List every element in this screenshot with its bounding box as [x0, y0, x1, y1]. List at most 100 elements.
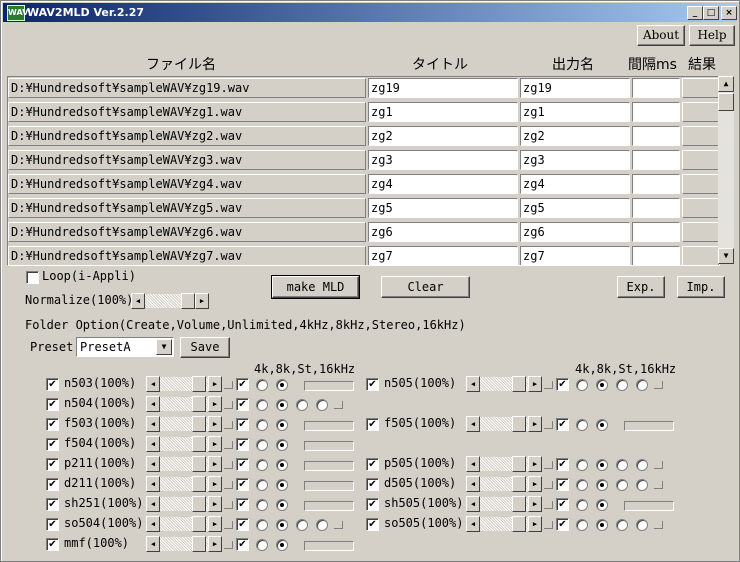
d505-freq-radio[interactable] — [596, 479, 608, 491]
file-path-cell[interactable]: D:¥Hundredsoft¥sampleWAV¥zg1.wav — [8, 102, 366, 122]
interval-field[interactable] — [632, 246, 680, 265]
interval-field[interactable] — [632, 102, 680, 122]
title-field[interactable]: zg4 — [368, 174, 518, 194]
d211-freq-radio[interactable] — [276, 479, 288, 491]
so504-freq-radio[interactable] — [256, 519, 268, 531]
so504-freq-radio[interactable] — [296, 519, 308, 531]
slider-left-icon[interactable]: ◀ — [146, 536, 160, 552]
slider-left-icon[interactable]: ◀ — [466, 416, 480, 432]
slider-left-icon[interactable]: ◀ — [466, 456, 480, 472]
slider-thumb[interactable] — [192, 416, 206, 432]
d211-enable-checkbox[interactable]: ✔ — [46, 478, 59, 491]
so504-freq-radio[interactable] — [276, 519, 288, 531]
maximize-button[interactable]: □ — [703, 6, 719, 20]
sh505-freq-radio[interactable] — [596, 499, 608, 511]
slider-left-icon[interactable]: ◀ — [146, 516, 160, 532]
f503-freq-radio[interactable] — [276, 419, 288, 431]
slider-left-icon[interactable]: ◀ — [466, 496, 480, 512]
p505-enable-checkbox[interactable]: ✔ — [366, 458, 379, 471]
slider-right-icon[interactable]: ▶ — [528, 416, 542, 432]
n503-freq-checkbox[interactable]: ✔ — [236, 378, 249, 391]
file-path-cell[interactable]: D:¥Hundredsoft¥sampleWAV¥zg7.wav — [8, 246, 366, 265]
f505-enable-checkbox[interactable]: ✔ — [366, 418, 379, 431]
close-button[interactable]: × — [721, 6, 737, 20]
output-field[interactable]: zg1 — [520, 102, 630, 122]
f503-freq-radio[interactable] — [256, 419, 268, 431]
p211-freq-radio[interactable] — [276, 459, 288, 471]
n503-freq-radio[interactable] — [276, 379, 288, 391]
slider-right-icon[interactable]: ▶ — [208, 416, 222, 432]
output-field[interactable]: zg2 — [520, 126, 630, 146]
f503-freq-checkbox[interactable]: ✔ — [236, 418, 249, 431]
scroll-down-icon[interactable]: ▼ — [718, 248, 734, 264]
interval-field[interactable] — [632, 150, 680, 170]
slider-left-icon[interactable]: ◀ — [466, 516, 480, 532]
n504-freq-radio[interactable] — [316, 399, 328, 411]
n505-freq-radio[interactable] — [576, 379, 588, 391]
d505-freq-radio[interactable] — [576, 479, 588, 491]
mmf-freq-radio[interactable] — [256, 539, 268, 551]
title-field[interactable]: zg7 — [368, 246, 518, 265]
p505-freq-checkbox[interactable]: ✔ — [556, 458, 569, 471]
p211-enable-checkbox[interactable]: ✔ — [46, 458, 59, 471]
p211-freq-radio[interactable] — [256, 459, 268, 471]
slider-left-icon[interactable]: ◀ — [146, 436, 160, 452]
f505-freq-radio[interactable] — [576, 419, 588, 431]
sh251-freq-checkbox[interactable]: ✔ — [236, 498, 249, 511]
interval-field[interactable] — [632, 174, 680, 194]
so504-freq-radio[interactable] — [316, 519, 328, 531]
n503-enable-checkbox[interactable]: ✔ — [46, 378, 59, 391]
sh505-freq-radio[interactable] — [576, 499, 588, 511]
d505-enable-checkbox[interactable]: ✔ — [366, 478, 379, 491]
interval-field[interactable] — [632, 126, 680, 146]
file-path-cell[interactable]: D:¥Hundredsoft¥sampleWAV¥zg6.wav — [8, 222, 366, 242]
slider-thumb[interactable] — [192, 396, 206, 412]
clear-button[interactable]: Clear — [381, 276, 470, 298]
slider-right-icon[interactable]: ▶ — [208, 436, 222, 452]
save-button[interactable]: Save — [180, 337, 230, 358]
so505-freq-radio[interactable] — [596, 519, 608, 531]
f504-enable-checkbox[interactable]: ✔ — [46, 438, 59, 451]
so504-freq-checkbox[interactable]: ✔ — [236, 518, 249, 531]
so505-freq-checkbox[interactable]: ✔ — [556, 518, 569, 531]
slider-left-icon[interactable]: ◀ — [466, 476, 480, 492]
n504-enable-checkbox[interactable]: ✔ — [46, 398, 59, 411]
file-list-scrollbar[interactable]: ▲ ▼ — [718, 76, 734, 264]
title-field[interactable]: zg1 — [368, 102, 518, 122]
interval-field[interactable] — [632, 198, 680, 218]
output-field[interactable]: zg5 — [520, 198, 630, 218]
output-field[interactable]: zg7 — [520, 246, 630, 265]
import-button[interactable]: Imp. — [677, 276, 725, 298]
slider-right-icon[interactable]: ▶ — [528, 476, 542, 492]
so505-freq-radio[interactable] — [616, 519, 628, 531]
slider-right-icon[interactable]: ▶ — [528, 496, 542, 512]
f504-freq-radio[interactable] — [276, 439, 288, 451]
p505-freq-radio[interactable] — [636, 459, 648, 471]
file-path-cell[interactable]: D:¥Hundredsoft¥sampleWAV¥zg3.wav — [8, 150, 366, 170]
p211-freq-checkbox[interactable]: ✔ — [236, 458, 249, 471]
slider-right-icon[interactable]: ▶ — [195, 293, 209, 309]
n505-freq-radio[interactable] — [636, 379, 648, 391]
make-mld-button[interactable]: make MLD — [271, 275, 360, 299]
sh251-freq-radio[interactable] — [276, 499, 288, 511]
normalize-slider[interactable]: ◀ ▶ — [131, 293, 211, 309]
slider-thumb[interactable] — [192, 516, 206, 532]
slider-right-icon[interactable]: ▶ — [208, 536, 222, 552]
f503-enable-checkbox[interactable]: ✔ — [46, 418, 59, 431]
n505-freq-radio[interactable] — [616, 379, 628, 391]
slider-right-icon[interactable]: ▶ — [208, 476, 222, 492]
d505-freq-checkbox[interactable]: ✔ — [556, 478, 569, 491]
slider-thumb[interactable] — [192, 496, 206, 512]
sh251-freq-radio[interactable] — [256, 499, 268, 511]
file-path-cell[interactable]: D:¥Hundredsoft¥sampleWAV¥zg5.wav — [8, 198, 366, 218]
p505-freq-radio[interactable] — [596, 459, 608, 471]
slider-right-icon[interactable]: ▶ — [208, 376, 222, 392]
interval-field[interactable] — [632, 78, 680, 98]
n504-freq-radio[interactable] — [256, 399, 268, 411]
slider-thumb[interactable] — [512, 476, 526, 492]
slider-left-icon[interactable]: ◀ — [146, 376, 160, 392]
minimize-button[interactable]: _ — [687, 6, 703, 20]
n505-freq-checkbox[interactable]: ✔ — [556, 378, 569, 391]
title-field[interactable]: zg5 — [368, 198, 518, 218]
n505-enable-checkbox[interactable]: ✔ — [366, 378, 379, 391]
